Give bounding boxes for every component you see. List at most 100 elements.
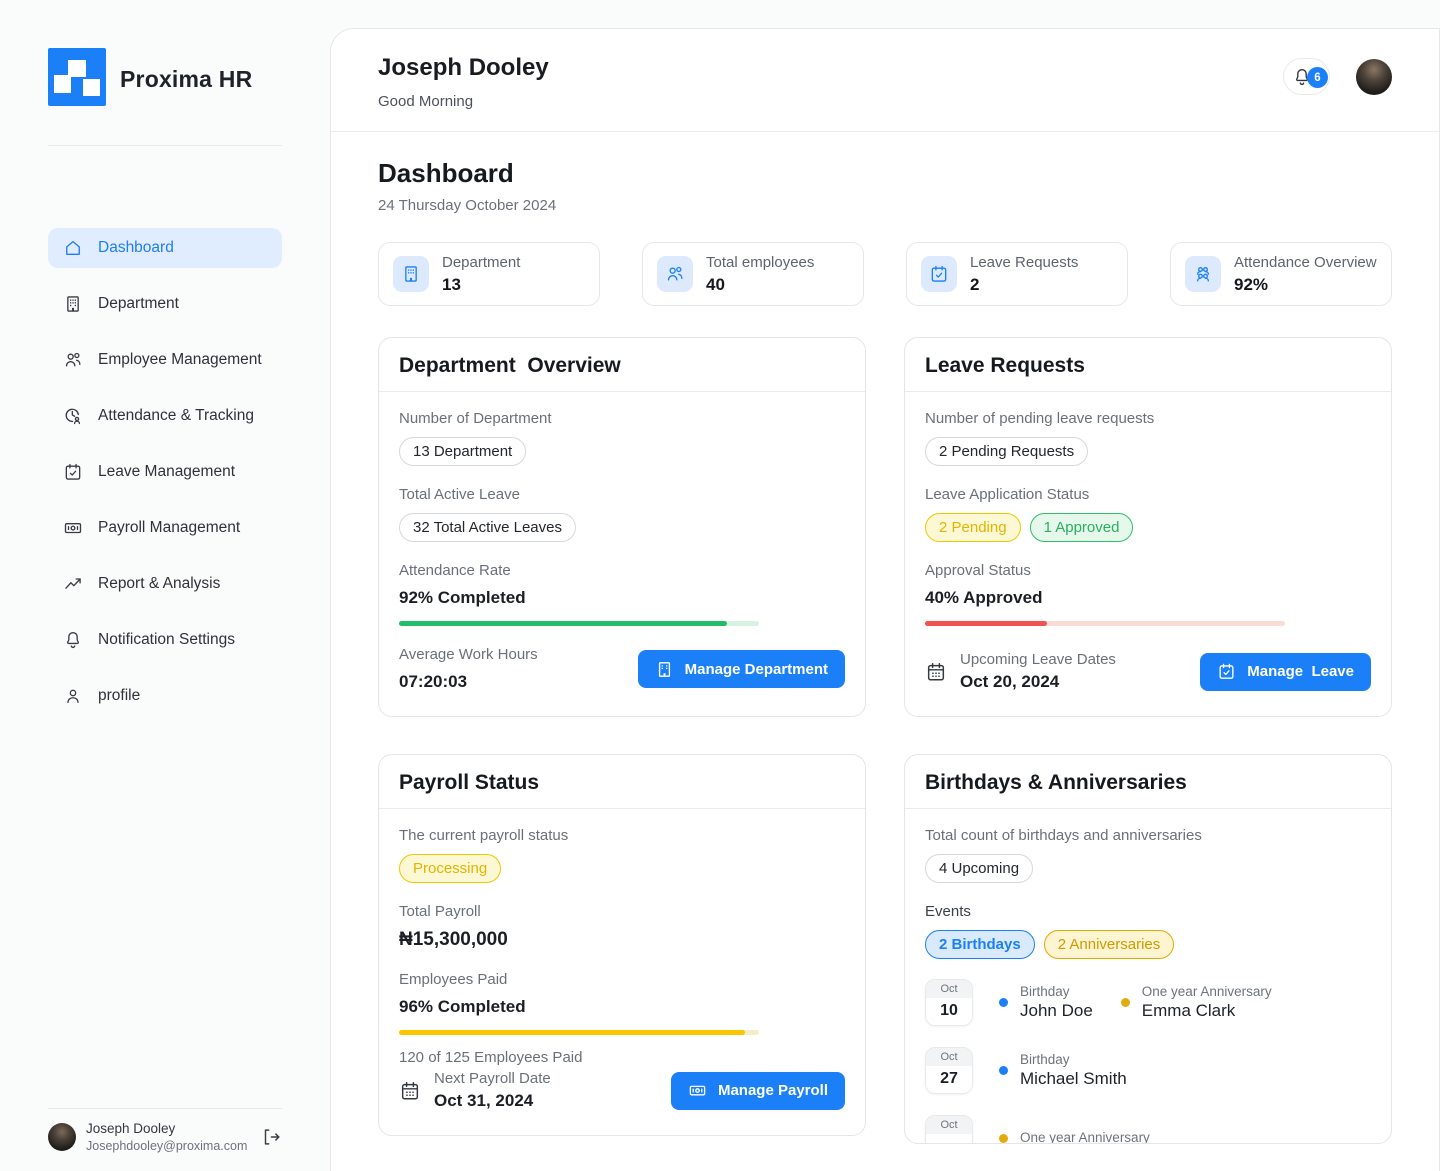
users-group-icon <box>1185 256 1221 292</box>
stat-label: Leave Requests <box>970 253 1079 271</box>
field-label: Next Payroll Date <box>434 1070 551 1087</box>
building-icon <box>63 294 83 314</box>
sidebar-user-email: Josephdooley@proxima.com <box>86 1139 248 1153</box>
sidebar-item-payroll-management[interactable]: Payroll Management <box>48 508 282 548</box>
department-overview-card: Department Overview Number of Department… <box>378 337 866 717</box>
trending-up-icon <box>63 574 83 594</box>
pending-requests-pill: 2 Pending Requests <box>925 437 1089 466</box>
active-leaves-pill: 32 Total Active Leaves <box>399 513 576 542</box>
attendance-progress-bar <box>399 621 759 626</box>
approval-status-value: 40% Approved <box>925 588 1043 607</box>
stats-row: Department 13 Total employees 40 Leave R… <box>378 242 1392 306</box>
sidebar-user-footer: Joseph Dooley Josephdooley@proxima.com <box>48 1108 282 1153</box>
employees-paid-progress-bar <box>399 1030 759 1035</box>
calendar-check-icon <box>1217 662 1236 681</box>
upcoming-count-pill: 4 Upcoming <box>925 854 1034 883</box>
anniversary-dot-icon <box>1120 998 1130 1007</box>
notifications-button[interactable]: 6 <box>1283 58 1330 95</box>
stat-value: 40 <box>706 274 725 294</box>
event-row: Oct 10 Birthday John Doe One year Annive… <box>925 979 1371 1026</box>
card-title: Department Overview <box>379 338 865 392</box>
sidebar-item-notification-settings[interactable]: Notification Settings <box>48 620 282 660</box>
event-type: Birthday <box>1020 1052 1070 1067</box>
notification-count-badge: 6 <box>1307 67 1328 88</box>
manage-payroll-button[interactable]: Manage Payroll <box>670 1071 845 1110</box>
sidebar-divider <box>48 145 282 146</box>
anniversary-dot-icon <box>999 1134 1008 1143</box>
field-label: Leave Application Status <box>925 486 1090 503</box>
calendar-check-icon <box>63 462 83 482</box>
sidebar-nav: Dashboard Department Employee Management… <box>48 228 282 732</box>
stat-value: 2 <box>970 274 980 294</box>
sidebar-item-employee-management[interactable]: Employee Management <box>48 340 282 380</box>
event-day: 27 <box>926 1066 972 1093</box>
sidebar-item-attendance-tracking[interactable]: Attendance & Tracking <box>48 396 282 436</box>
stat-value: 13 <box>442 274 461 294</box>
field-label: Upcoming Leave Dates <box>960 651 1116 668</box>
brand-logo-icon <box>48 48 106 111</box>
event-name: Michael Smith <box>1020 1069 1127 1088</box>
header-greeting: Good Morning <box>378 93 474 110</box>
calendar-icon <box>925 661 947 683</box>
birthdays-anniversaries-card: Birthdays & Anniversaries Total count of… <box>904 754 1392 1144</box>
event-name: John Doe <box>1020 1001 1093 1020</box>
button-label: Manage Leave <box>1247 663 1354 680</box>
sidebar-user-name: Joseph Dooley <box>86 1121 176 1136</box>
date-chip: Oct 10 <box>925 979 973 1026</box>
bell-icon <box>63 630 83 650</box>
header-user-name: Joseph Dooley <box>378 54 549 81</box>
users-icon <box>657 256 693 292</box>
button-label: Manage Payroll <box>717 1082 828 1099</box>
manage-leave-button[interactable]: Manage Leave <box>1200 652 1371 691</box>
field-label: Number of Department <box>399 410 552 427</box>
stat-card-total-employees: Total employees 40 <box>642 242 864 306</box>
field-label: Number of pending leave requests <box>925 410 1155 427</box>
pending-status-pill: 2 Pending <box>925 513 1021 542</box>
sidebar-item-label: Payroll Management <box>98 519 241 536</box>
building-icon <box>655 660 674 679</box>
approved-status-pill: 1 Approved <box>1029 513 1134 542</box>
event-entry: One year Anniversary <box>999 1130 1150 1144</box>
event-type: One year Anniversary <box>1020 1130 1150 1144</box>
sidebar-item-dashboard[interactable]: Dashboard <box>48 228 282 268</box>
sidebar-item-report-analysis[interactable]: Report & Analysis <box>48 564 282 604</box>
sidebar-item-profile[interactable]: profile <box>48 676 282 716</box>
avatar[interactable] <box>1356 58 1392 95</box>
sidebar-item-label: Department <box>98 295 179 312</box>
stat-card-leave-requests: Leave Requests 2 <box>906 242 1128 306</box>
date-chip: Oct <box>925 1115 973 1143</box>
sidebar-item-department[interactable]: Department <box>48 284 282 324</box>
card-title: Payroll Status <box>379 755 865 809</box>
event-day <box>926 1134 972 1143</box>
field-label: Total Payroll <box>399 903 481 920</box>
events-list: Oct 10 Birthday John Doe One year Annive… <box>925 979 1371 1144</box>
stat-card-attendance-overview: Attendance Overview 92% <box>1170 242 1392 306</box>
event-entry: One year Anniversary Emma Clark <box>1120 984 1272 1021</box>
stat-card-department: Department 13 <box>378 242 600 306</box>
logout-icon[interactable] <box>260 1126 282 1148</box>
event-month: Oct <box>926 1116 972 1134</box>
stat-label: Department <box>442 253 521 271</box>
leave-requests-card: Leave Requests Number of pending leave r… <box>904 337 1392 717</box>
page-title: Dashboard <box>378 158 514 188</box>
manage-department-button[interactable]: Manage Department <box>637 650 845 688</box>
field-label: Attendance Rate <box>399 562 511 579</box>
upcoming-leave-date: Oct 20, 2024 <box>960 672 1060 691</box>
button-label: Manage Department <box>684 660 828 678</box>
sidebar-item-label: profile <box>98 687 141 704</box>
stat-label: Total employees <box>706 253 815 271</box>
field-label: Total count of birthdays and anniversari… <box>925 827 1202 844</box>
anniversaries-pill: 2 Anniversaries <box>1043 930 1175 959</box>
department-count-pill: 13 Department <box>399 437 527 466</box>
sidebar-item-label: Leave Management <box>98 463 236 480</box>
field-label: Approval Status <box>925 562 1031 579</box>
banknote-icon <box>63 518 83 538</box>
brand-name: Proxima HR <box>120 66 253 92</box>
main-panel: Joseph Dooley Good Morning 6 Dashboard 2… <box>330 28 1440 1171</box>
total-payroll-value: ₦15,300,000 <box>399 929 508 950</box>
card-title: Leave Requests <box>905 338 1391 392</box>
sidebar-item-leave-management[interactable]: Leave Management <box>48 452 282 492</box>
date-chip: Oct 27 <box>925 1047 973 1094</box>
users-icon <box>63 350 83 370</box>
employees-paid-value: 96% Completed <box>399 997 526 1016</box>
